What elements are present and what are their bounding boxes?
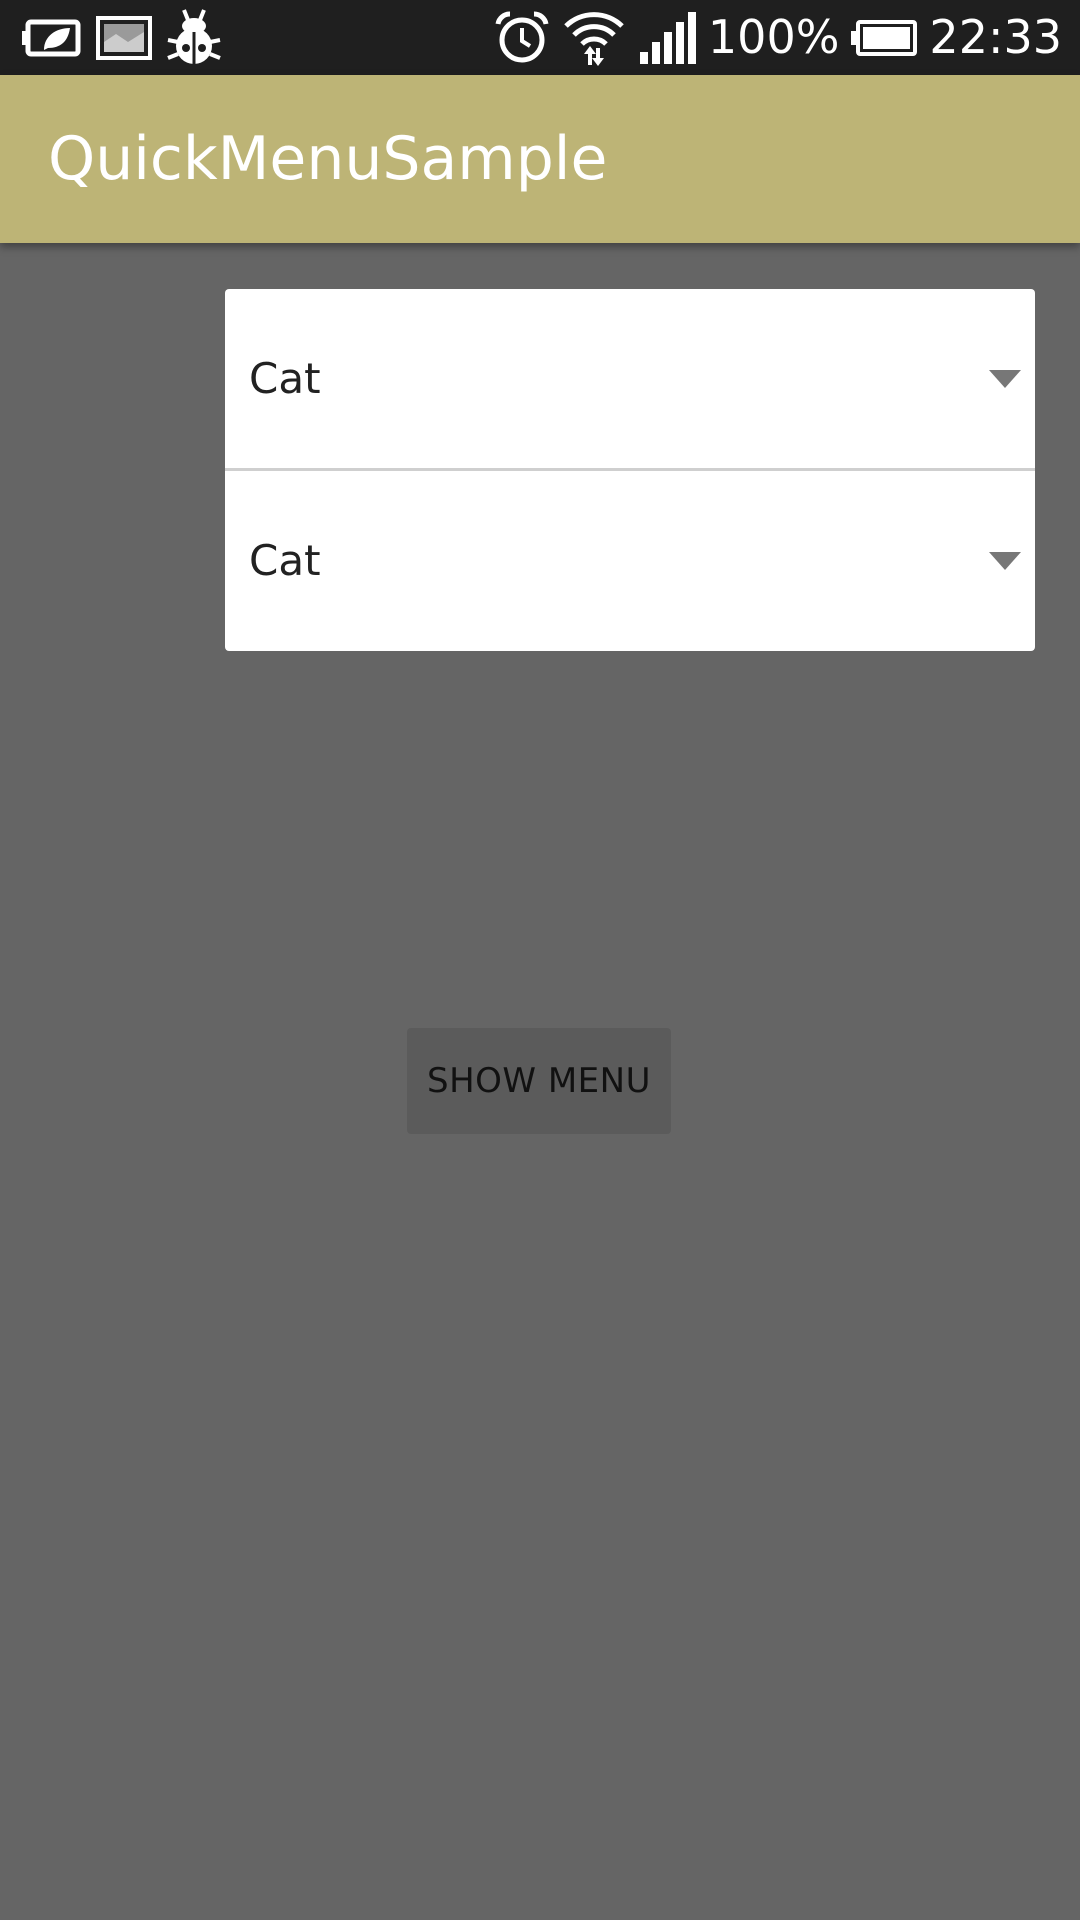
app-bar: QuickMenuSample: [0, 75, 1080, 243]
image-icon: [96, 16, 152, 60]
status-system-icons: 100% 22:33: [494, 0, 1062, 75]
dropdown-panel: Cat Cat: [225, 289, 1035, 651]
signal-icon: [639, 11, 696, 64]
dropdown-spinner-1[interactable]: Cat: [225, 289, 1035, 469]
dropdown-arrow-icon: [989, 370, 1021, 388]
show-menu-button[interactable]: SHOW MENU: [407, 1028, 671, 1134]
dropdown-spinner-2[interactable]: Cat: [225, 471, 1035, 651]
dropdown-arrow-icon: [989, 552, 1021, 570]
app-title: QuickMenuSample: [48, 124, 608, 194]
bug-icon: [167, 9, 221, 64]
battery-icon: [851, 19, 918, 56]
alarm-icon: [495, 10, 549, 62]
dropdown-value-1: Cat: [249, 354, 321, 403]
wifi-icon: [564, 11, 624, 66]
battery-percent: 100%: [707, 10, 840, 64]
status-bar: 100% 22:33: [0, 0, 1080, 75]
battery-saver-icon: [22, 19, 81, 57]
status-time: 22:33: [929, 10, 1062, 64]
dropdown-value-2: Cat: [249, 536, 321, 585]
status-notification-icons: [22, 8, 222, 68]
